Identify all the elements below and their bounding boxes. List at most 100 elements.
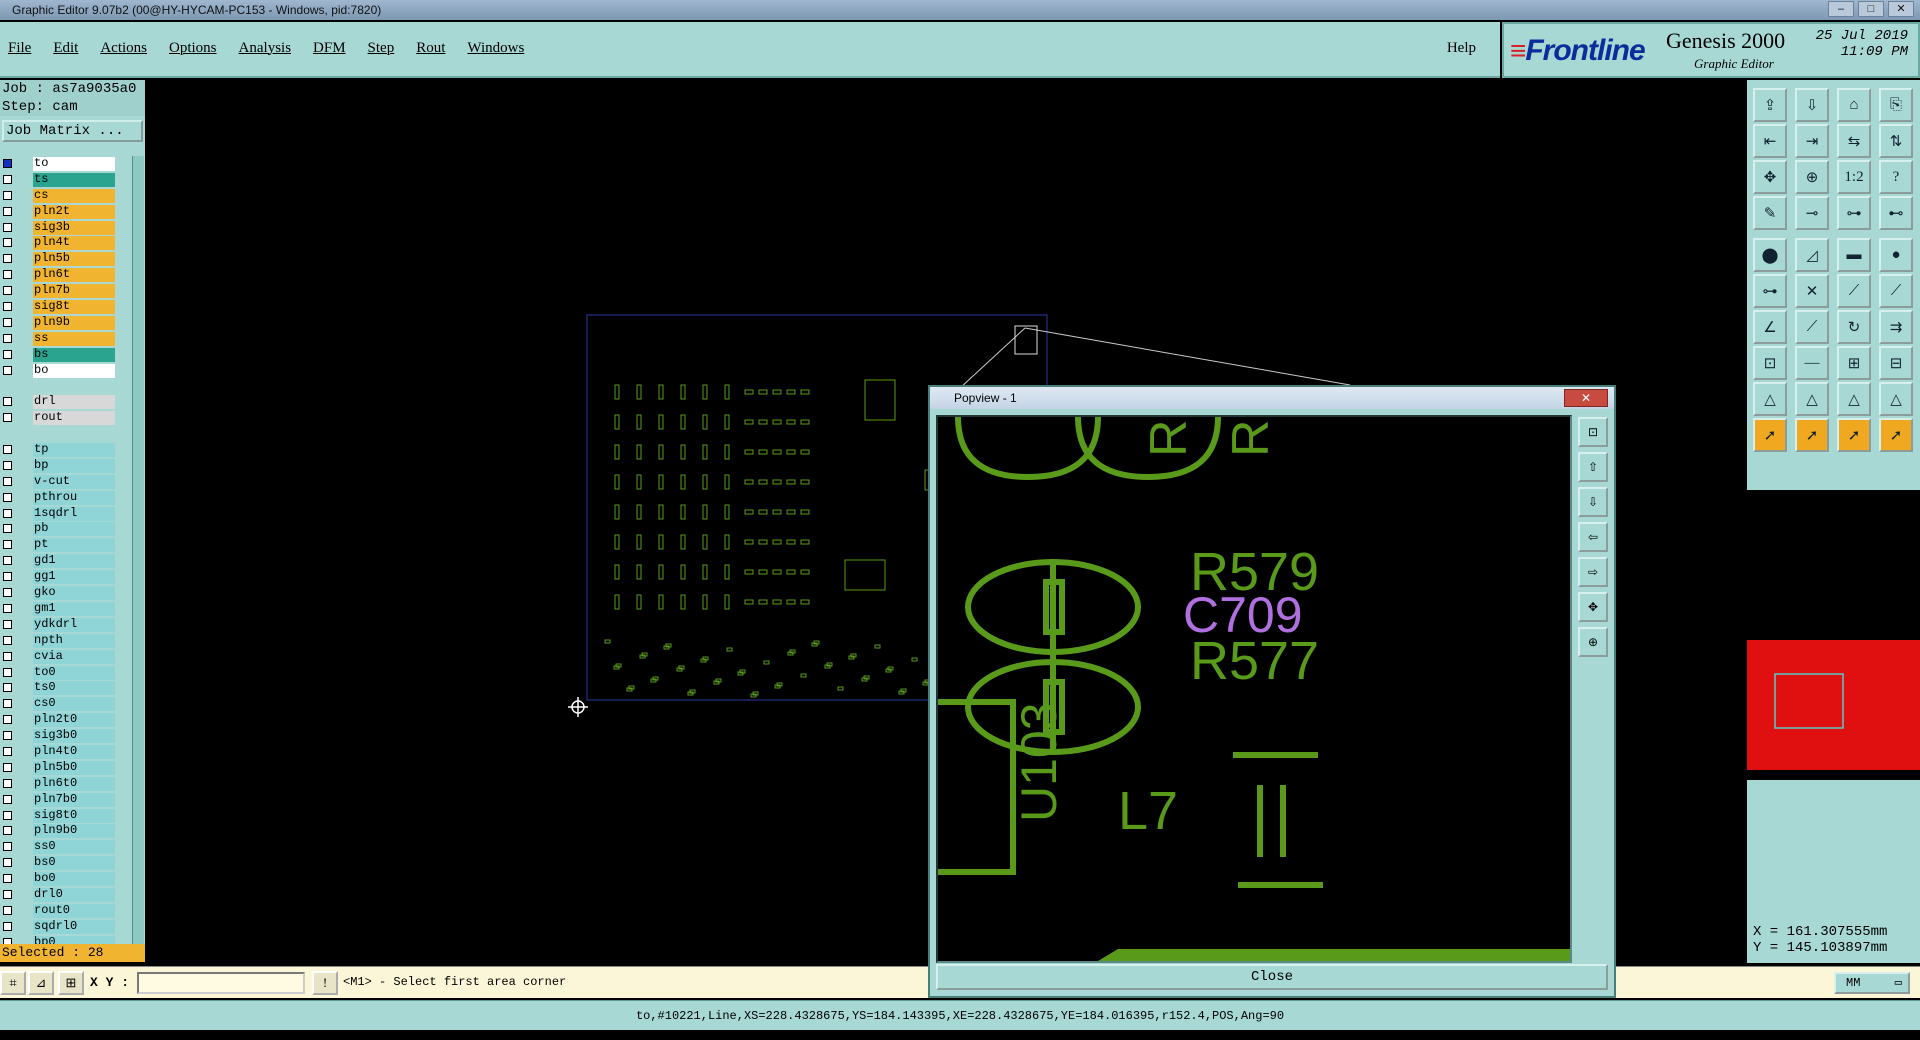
layer-checkbox[interactable] xyxy=(3,572,12,582)
tool-1-1-icon[interactable]: ⇥ xyxy=(1795,124,1829,158)
tool-6-3-icon[interactable]: ⟋ xyxy=(1879,274,1913,308)
layer-checkbox[interactable] xyxy=(3,762,12,772)
layer-label[interactable]: 1sqdrl xyxy=(33,506,115,521)
layer-label[interactable]: to xyxy=(33,157,115,171)
layer-checkbox[interactable] xyxy=(3,222,12,232)
tool-2-3-icon[interactable]: ? xyxy=(1879,160,1913,194)
tool-9-3-icon[interactable]: △ xyxy=(1879,382,1913,416)
layer-row[interactable]: gd1 xyxy=(0,553,130,569)
tool-0-3-icon[interactable]: ⎘ xyxy=(1879,88,1913,122)
layer-label[interactable]: pln2t0 xyxy=(33,713,115,728)
tool-8-3-icon[interactable]: ⊟ xyxy=(1879,346,1913,380)
layer-row[interactable]: pthrou xyxy=(0,490,130,506)
layer-checkbox[interactable] xyxy=(3,858,12,868)
layer-checkbox[interactable] xyxy=(3,905,12,915)
layer-label[interactable]: bs xyxy=(33,347,115,362)
layer-checkbox[interactable] xyxy=(3,667,12,677)
layer-label[interactable]: gd1 xyxy=(33,554,115,569)
layer-checkbox[interactable] xyxy=(3,603,12,613)
layer-row[interactable]: ts xyxy=(0,172,130,188)
layer-label[interactable]: v-cut xyxy=(33,474,115,489)
popview-tool-zoom-icon[interactable]: ⊡ xyxy=(1578,417,1608,447)
layer-checkbox[interactable] xyxy=(3,699,12,709)
layer-label[interactable]: cs xyxy=(33,188,115,203)
popview-close-icon[interactable]: ✕ xyxy=(1564,389,1608,407)
tool-8-2-icon[interactable]: ⊞ xyxy=(1837,346,1871,380)
layer-label[interactable]: gg1 xyxy=(33,570,115,585)
layer-row[interactable]: pln6t0 xyxy=(0,776,130,792)
layer-label[interactable]: pln5b xyxy=(33,252,115,267)
popview-tool-down-icon[interactable]: ⇩ xyxy=(1578,487,1608,517)
popview-tool-home-icon[interactable]: ⊕ xyxy=(1578,627,1608,657)
layer-row[interactable]: 1sqdrl xyxy=(0,506,130,522)
layer-label[interactable]: pln2t xyxy=(33,204,115,219)
tool-10-0-icon[interactable]: ➚ xyxy=(1753,418,1787,452)
popview-tool-up-icon[interactable]: ⇧ xyxy=(1578,452,1608,482)
layer-row[interactable]: pln9b0 xyxy=(0,823,130,839)
tool-10-3-icon[interactable]: ➚ xyxy=(1879,418,1913,452)
layer-checkbox[interactable] xyxy=(3,254,12,264)
tool-9-1-icon[interactable]: △ xyxy=(1795,382,1829,416)
layer-label[interactable]: to0 xyxy=(33,665,115,680)
menu-windows[interactable]: Windows xyxy=(467,40,524,57)
layer-row[interactable]: pt xyxy=(0,537,130,553)
layer-checkbox[interactable] xyxy=(3,651,12,661)
layer-label[interactable]: sig8t0 xyxy=(33,808,115,823)
layer-label[interactable]: pln4t0 xyxy=(33,744,115,759)
close-window-button[interactable]: ✕ xyxy=(1888,1,1914,17)
layer-label[interactable]: cvia xyxy=(33,649,115,664)
layer-row[interactable]: ss xyxy=(0,331,130,347)
layer-checkbox[interactable] xyxy=(3,476,12,486)
layer-checkbox[interactable] xyxy=(3,588,12,598)
layer-label[interactable]: gm1 xyxy=(33,601,115,616)
layer-row[interactable]: rout0 xyxy=(0,903,130,919)
popview-titlebar[interactable]: Popview - 1 ✕ xyxy=(930,387,1614,409)
layer-label[interactable]: drl xyxy=(33,395,115,410)
layer-row[interactable]: bo0 xyxy=(0,871,130,887)
layer-label[interactable]: sig3b0 xyxy=(33,729,115,744)
layer-label[interactable]: bo0 xyxy=(33,872,115,887)
tool-0-0-icon[interactable]: ⇪ xyxy=(1753,88,1787,122)
layer-checkbox[interactable] xyxy=(3,556,12,566)
tool-8-0-icon[interactable]: ⊡ xyxy=(1753,346,1787,380)
layer-checkbox[interactable] xyxy=(3,397,12,407)
layer-checkbox[interactable] xyxy=(3,842,12,852)
layer-row[interactable]: pln2t0 xyxy=(0,712,130,728)
layer-row[interactable] xyxy=(0,378,130,394)
menu-file[interactable]: File xyxy=(8,40,31,57)
layer-label[interactable]: pthrou xyxy=(33,490,115,505)
layer-row[interactable]: pln5b xyxy=(0,251,130,267)
layer-row[interactable]: sig8t0 xyxy=(0,808,130,824)
layer-label[interactable]: sig3b xyxy=(33,220,115,235)
layer-label[interactable]: sig8t xyxy=(33,300,115,315)
layer-row[interactable]: tp xyxy=(0,442,130,458)
layer-label[interactable]: cs0 xyxy=(33,697,115,712)
layer-checkbox[interactable] xyxy=(3,492,12,502)
layer-row[interactable]: cs0 xyxy=(0,696,130,712)
menu-edit[interactable]: Edit xyxy=(53,40,78,57)
layer-row[interactable] xyxy=(0,426,130,442)
layer-label[interactable]: ydkdrl xyxy=(33,617,115,632)
maximize-button[interactable]: □ xyxy=(1858,1,1884,17)
layer-label[interactable]: pln5b0 xyxy=(33,760,115,775)
tool-3-3-icon[interactable]: ⊷ xyxy=(1879,196,1913,230)
layer-row[interactable]: rout xyxy=(0,410,130,426)
layer-row[interactable]: bp xyxy=(0,458,130,474)
layer-row[interactable]: pln5b0 xyxy=(0,760,130,776)
layer-checkbox[interactable] xyxy=(3,524,12,534)
layer-label[interactable]: pt xyxy=(33,538,115,553)
layer-checkbox[interactable] xyxy=(3,302,12,312)
layer-row[interactable]: ss0 xyxy=(0,839,130,855)
layer-label[interactable]: pln9b0 xyxy=(33,824,115,839)
layer-label[interactable]: ss xyxy=(33,331,115,346)
layer-row[interactable]: pln4t xyxy=(0,235,130,251)
layer-row[interactable]: pln4t0 xyxy=(0,744,130,760)
layer-checkbox[interactable] xyxy=(3,413,12,423)
popview-tool-fit-icon[interactable]: ✥ xyxy=(1578,592,1608,622)
layer-label[interactable]: rout0 xyxy=(33,903,115,918)
layer-label[interactable]: ts0 xyxy=(33,681,115,696)
layer-row[interactable]: bs xyxy=(0,347,130,363)
tool-6-2-icon[interactable]: ⟋ xyxy=(1837,274,1871,308)
job-matrix-button[interactable]: Job Matrix ... xyxy=(2,120,143,142)
menu-dfm[interactable]: DFM xyxy=(313,40,346,57)
